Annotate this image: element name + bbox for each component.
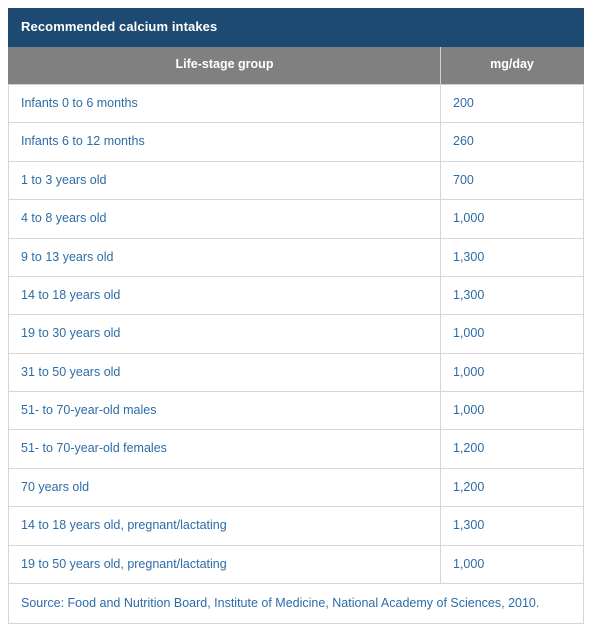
cell-life-stage-group: 70 years old [8, 467, 441, 508]
cell-mg-per-day: 1,000 [440, 391, 584, 431]
cell-life-stage-group: 31 to 50 years old [8, 352, 441, 393]
cell-mg-per-day: 1,000 [440, 544, 584, 584]
cell-life-stage-group: 4 to 8 years old [8, 199, 441, 239]
cell-life-stage-group: 1 to 3 years old [8, 160, 441, 201]
table-row: 14 to 18 years old, pregnant/lactating 1,… [8, 506, 584, 546]
cell-mg-per-day: 260 [440, 122, 584, 162]
cell-life-stage-group: 14 to 18 years old [8, 275, 441, 316]
cell-mg-per-day: 1,200 [440, 467, 584, 508]
column-header-mg-per-day: mg/day [440, 46, 584, 86]
cell-mg-per-day: 1,300 [440, 506, 584, 546]
table-row: 14 to 18 years old 1,300 [8, 275, 584, 316]
table-title-row: Recommended calcium intakes [8, 7, 584, 48]
cell-life-stage-group: 19 to 30 years old [8, 314, 441, 354]
table-row: 51- to 70-year-old females 1,200 [8, 429, 584, 469]
table-title: Recommended calcium intakes [8, 7, 584, 48]
cell-life-stage-group: Infants 0 to 6 months [8, 84, 441, 124]
cell-mg-per-day: 200 [440, 84, 584, 124]
table-row: 9 to 13 years old 1,300 [8, 237, 584, 277]
cell-life-stage-group: 9 to 13 years old [8, 237, 441, 277]
table-row: 19 to 30 years old 1,000 [8, 314, 584, 354]
table-row: 51- to 70-year-old males 1,000 [8, 391, 584, 431]
table-row: 19 to 50 years old, pregnant/lactating 1,… [8, 544, 584, 584]
table-column-header-row: Life-stage group mg/day [8, 46, 584, 86]
table-row: 31 to 50 years old 1,000 [8, 352, 584, 393]
recommended-calcium-intakes-table-container: Recommended calcium intakes Life-stage g… [8, 7, 584, 625]
cell-life-stage-group: 51- to 70-year-old males [8, 391, 441, 431]
cell-mg-per-day: 1,300 [440, 275, 584, 316]
table-row: 1 to 3 years old 700 [8, 160, 584, 201]
recommended-calcium-intakes-table: Recommended calcium intakes Life-stage g… [8, 7, 584, 625]
cell-life-stage-group: 51- to 70-year-old females [8, 429, 441, 469]
cell-life-stage-group: Infants 6 to 12 months [8, 122, 441, 162]
column-header-life-stage-group: Life-stage group [8, 46, 441, 86]
table-source-row: Source: Food and Nutrition Board, Instit… [8, 582, 584, 625]
table-source-note: Source: Food and Nutrition Board, Instit… [8, 582, 584, 625]
cell-mg-per-day: 700 [440, 160, 584, 201]
cell-mg-per-day: 1,300 [440, 237, 584, 277]
cell-life-stage-group: 19 to 50 years old, pregnant/lactating [8, 544, 441, 584]
table-row: Infants 6 to 12 months 260 [8, 122, 584, 162]
table-row: 70 years old 1,200 [8, 467, 584, 508]
cell-mg-per-day: 1,000 [440, 314, 584, 354]
cell-mg-per-day: 1,200 [440, 429, 584, 469]
table-row: Infants 0 to 6 months 200 [8, 84, 584, 124]
cell-life-stage-group: 14 to 18 years old, pregnant/lactating [8, 506, 441, 546]
cell-mg-per-day: 1,000 [440, 352, 584, 393]
cell-mg-per-day: 1,000 [440, 199, 584, 239]
table-row: 4 to 8 years old 1,000 [8, 199, 584, 239]
